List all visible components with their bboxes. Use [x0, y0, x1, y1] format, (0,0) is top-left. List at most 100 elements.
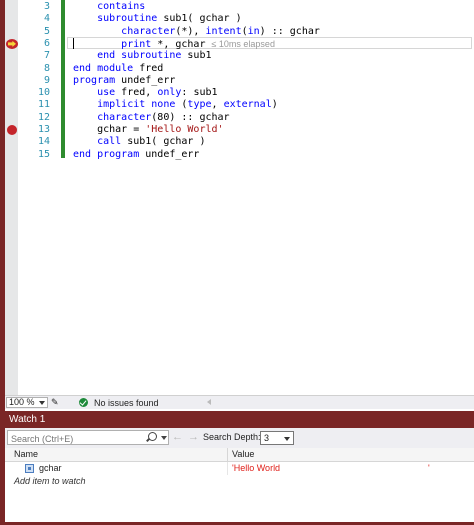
line-number: 15: [37, 148, 50, 160]
code-line[interactable]: 3 contains: [5, 1, 474, 13]
scroll-left-arrow-icon[interactable]: [207, 399, 211, 405]
keyword-token: contains: [97, 1, 146, 12]
code-editor[interactable]: 3 contains 4 subroutine sub1( gchar ) 5 ch…: [5, 0, 474, 395]
code-line[interactable]: 11 implicit none (type, external): [5, 99, 474, 111]
code-line[interactable]: 13 gchar = 'Hello World': [5, 124, 474, 136]
code-token: ) :: gchar: [259, 25, 320, 37]
keyword-token: end module: [73, 62, 134, 74]
column-header-name[interactable]: Name: [14, 448, 38, 461]
arrow-left-icon[interactable]: ←: [172, 431, 183, 443]
variable-icon: [25, 464, 34, 473]
chevron-down-icon: [39, 401, 45, 405]
code-text[interactable]: end program undef_err: [73, 149, 199, 161]
code-token: *, gchar: [151, 38, 206, 50]
code-text[interactable]: end subroutine sub1: [73, 50, 211, 62]
code-text[interactable]: subroutine sub1( gchar ): [73, 13, 242, 25]
line-number: 14: [37, 136, 50, 148]
keyword-token: type: [187, 99, 212, 111]
watch-panel-title[interactable]: Watch 1: [5, 411, 474, 428]
keyword-token: character: [121, 25, 176, 37]
add-watch-row[interactable]: Add item to watch: [5, 475, 474, 488]
line-number: 6: [43, 37, 50, 49]
zoom-dropdown[interactable]: 100 %: [6, 397, 48, 408]
code-text[interactable]: implicit none (type, external): [73, 99, 278, 111]
keyword-token: end subroutine: [97, 50, 182, 62]
issues-status[interactable]: No issues found: [94, 397, 159, 409]
code-text[interactable]: contains: [73, 1, 145, 13]
code-text[interactable]: call sub1( gchar ): [73, 136, 205, 148]
code-cleanup-icon[interactable]: ✎: [51, 397, 62, 408]
keyword-token: subroutine: [97, 13, 158, 25]
code-line[interactable]: 7 end subroutine sub1: [5, 50, 474, 62]
line-number: 9: [43, 74, 50, 86]
keyword-token: call: [97, 136, 122, 148]
code-text[interactable]: gchar = 'Hello World': [73, 124, 224, 136]
column-divider[interactable]: [227, 448, 228, 462]
keyword-token: program: [73, 74, 116, 86]
line-number: 3: [43, 1, 50, 12]
add-item-placeholder[interactable]: Add item to watch: [14, 475, 86, 487]
line-number: 5: [43, 25, 50, 37]
keyword-token: intent: [205, 25, 242, 37]
watch-column-header: Name Value: [5, 448, 474, 462]
code-line[interactable]: 14 call sub1( gchar ): [5, 136, 474, 148]
code-text[interactable]: program undef_err: [73, 75, 175, 87]
search-depth-value: 3: [264, 433, 270, 443]
perf-tip[interactable]: ≤ 10ms elapsed: [211, 39, 274, 49]
line-number: 11: [37, 99, 50, 111]
code-line[interactable]: 5 character(*), intent(in) :: gchar: [5, 26, 474, 38]
column-header-value[interactable]: Value: [232, 448, 254, 461]
instruction-pointer-icon[interactable]: [6, 38, 18, 49]
code-token: sub1( gchar ): [157, 13, 242, 25]
search-depth-label: Search Depth:: [203, 432, 261, 442]
code-text[interactable]: character(*), intent(in) :: gchar: [73, 26, 320, 38]
column-divider: [227, 462, 228, 475]
search-input[interactable]: [8, 432, 138, 446]
keyword-token: external: [223, 99, 272, 111]
keyword-token: character: [97, 111, 152, 123]
keyword-token: end program: [73, 148, 140, 160]
code-line[interactable]: 4 subroutine sub1( gchar ): [5, 13, 474, 25]
search-icon[interactable]: [148, 432, 157, 441]
keyword-token: print: [121, 38, 152, 50]
watch-row-name[interactable]: gchar: [39, 462, 62, 474]
code-line[interactable]: 9 program undef_err: [5, 75, 474, 87]
arrow-right-icon[interactable]: →: [188, 431, 199, 443]
code-line[interactable]: 8 end module fred: [5, 63, 474, 75]
code-token: undef_err: [115, 74, 176, 86]
keyword-token: use: [97, 87, 116, 99]
code-line[interactable]: 10 use fred, only: sub1: [5, 87, 474, 99]
string-token: 'Hello World': [145, 124, 224, 135]
code-token: (80) :: gchar: [151, 111, 230, 123]
code-token: (*),: [175, 25, 206, 37]
code-text[interactable]: print *, gchar ≤ 10ms elapsed: [73, 38, 275, 51]
code-token: ,: [211, 99, 224, 111]
line-number: 10: [37, 87, 50, 99]
code-line[interactable]: 6 print *, gchar ≤ 10ms elapsed: [5, 38, 474, 50]
watch-title-text: Watch 1: [9, 414, 46, 425]
breakpoint-icon[interactable]: [7, 125, 17, 135]
code-text[interactable]: end module fred: [73, 63, 163, 75]
watch-row[interactable]: gchar 'Hello World ': [5, 462, 474, 475]
code-line[interactable]: 12 character(80) :: gchar: [5, 112, 474, 124]
keyword-token: only: [157, 87, 182, 99]
code-text[interactable]: use fred, only: sub1: [73, 87, 217, 99]
code-token: fred: [133, 62, 164, 74]
code-text[interactable]: character(80) :: gchar: [73, 111, 230, 124]
watch-row-value[interactable]: 'Hello World: [232, 462, 280, 474]
search-depth-select[interactable]: 3: [260, 431, 294, 445]
chevron-down-icon[interactable]: [161, 436, 167, 440]
code-line[interactable]: 15 end program undef_err: [5, 149, 474, 161]
watch-toolbar: ← → Search Depth: 3: [5, 428, 474, 448]
line-number: 13: [37, 124, 50, 135]
watch-search-box[interactable]: [7, 430, 169, 446]
